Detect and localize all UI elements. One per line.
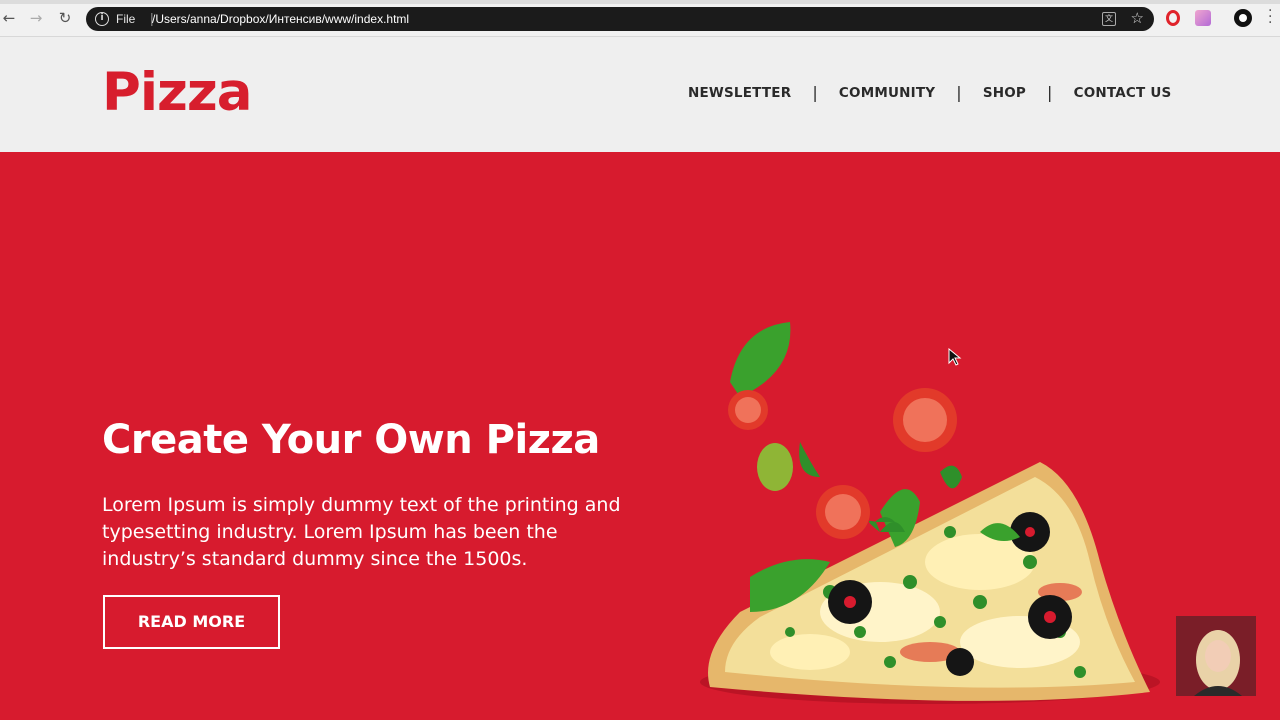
- address-bar[interactable]: i File | /Users/anna/Dropbox/Интенсив/ww…: [86, 7, 1154, 31]
- site-header: Pizza NEWSLETTER | COMMUNITY | SHOP | CO…: [0, 37, 1280, 152]
- opera-icon[interactable]: [1166, 10, 1180, 26]
- info-icon[interactable]: i: [95, 12, 109, 26]
- hero-section: Create Your Own Pizza Lorem Ipsum is sim…: [0, 152, 1280, 720]
- profile-icon[interactable]: [1234, 9, 1252, 27]
- reload-icon[interactable]: ↻: [56, 9, 74, 27]
- menu-icon[interactable]: · · ·: [1268, 4, 1272, 30]
- forward-arrow-icon[interactable]: →: [27, 9, 45, 27]
- extension-icon[interactable]: [1195, 10, 1211, 26]
- main-nav: NEWSLETTER | COMMUNITY | SHOP | CONTACT …: [688, 83, 1171, 102]
- translate-icon[interactable]: 文: [1102, 12, 1116, 26]
- nav-newsletter[interactable]: NEWSLETTER: [688, 85, 791, 101]
- webcam-overlay: [1176, 616, 1256, 696]
- url-text[interactable]: /Users/anna/Dropbox/Интенсив/www/index.h…: [152, 12, 409, 26]
- star-icon[interactable]: ☆: [1131, 9, 1144, 27]
- hero-description: Lorem Ipsum is simply dummy text of the …: [102, 494, 621, 570]
- nav-divider: |: [812, 83, 818, 102]
- nav-contact-us[interactable]: CONTACT US: [1074, 85, 1172, 101]
- tab-strip-edge: [0, 0, 1280, 4]
- site-logo[interactable]: Pizza: [102, 63, 252, 123]
- pizza-slice-image: [700, 322, 1160, 704]
- mouse-cursor-icon: [948, 348, 962, 366]
- hero-title: Create Your Own Pizza: [102, 417, 600, 463]
- browser-toolbar: ← → ↻ i File | /Users/anna/Dropbox/Интен…: [0, 0, 1280, 37]
- nav-divider: |: [1047, 83, 1053, 102]
- nav-community[interactable]: COMMUNITY: [839, 85, 935, 101]
- person-avatar-image: [1176, 616, 1256, 696]
- nav-shop[interactable]: SHOP: [983, 85, 1026, 101]
- url-scheme: File: [116, 12, 136, 26]
- read-more-button[interactable]: READ MORE: [103, 595, 280, 649]
- back-arrow-icon[interactable]: ←: [0, 9, 18, 27]
- nav-divider: |: [956, 83, 962, 102]
